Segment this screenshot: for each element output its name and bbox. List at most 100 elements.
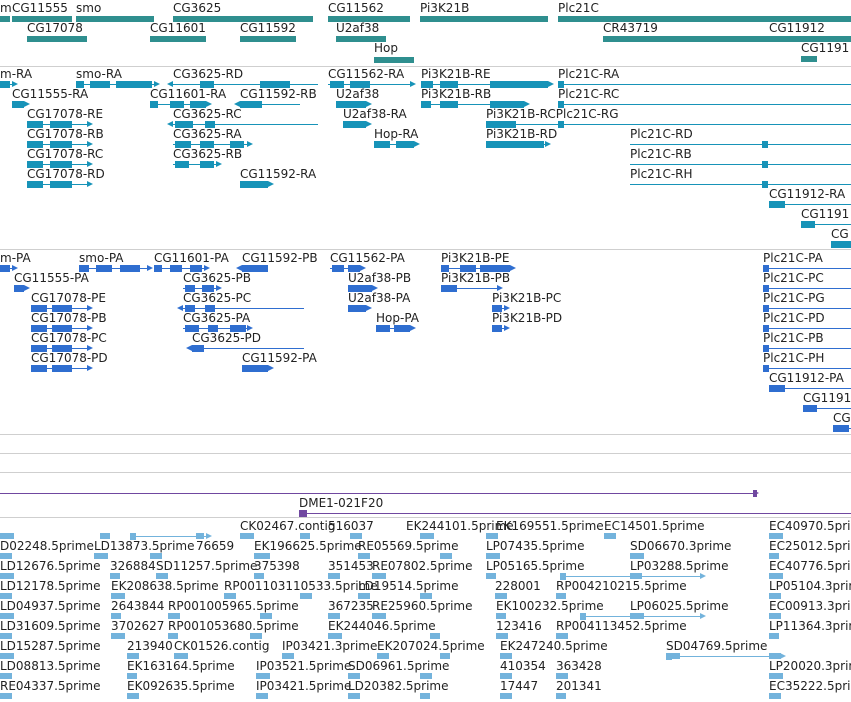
mrna-cg11562-ra-exon-0[interactable] <box>330 81 344 88</box>
mrna-cg11912-ra-exon-0[interactable] <box>769 201 785 208</box>
est-read-pair-4-exon-0[interactable] <box>666 653 672 660</box>
est-row-8-block-5[interactable] <box>500 693 512 699</box>
proteins-label-pi3k21b-pe[interactable]: Pi3K21B-PE <box>441 251 509 265</box>
est-row-5-block-3[interactable] <box>250 633 262 639</box>
mrna-cg3625-rd-exon-1[interactable] <box>260 81 290 88</box>
mrna-cg3625-ra-exon-0[interactable] <box>175 141 191 148</box>
mrna-pi3k21b-re-exon-1[interactable] <box>440 81 458 88</box>
ests-label-sd04769-5prime[interactable]: SD04769.5prime <box>666 639 767 653</box>
cds-cg17078-pd-exon-0[interactable] <box>31 365 47 372</box>
est-row-8-block-3[interactable] <box>348 693 360 699</box>
est-row-8-block-6[interactable] <box>556 693 566 699</box>
proteins-label-plc21c-pg[interactable]: Plc21C-PG <box>763 291 825 305</box>
proteins-label-cg11562-pa[interactable]: CG11562-PA <box>330 251 405 265</box>
est-row-2-block-8[interactable] <box>769 573 783 579</box>
transcripts-label-cg17078-rd[interactable]: CG17078-RD <box>27 167 105 181</box>
est-row-5-block-8[interactable] <box>769 633 779 639</box>
est-row-6-block-2[interactable] <box>174 653 188 659</box>
est-row-2-block-0[interactable] <box>0 573 14 579</box>
gene-plc21c-glyph[interactable] <box>558 16 851 22</box>
transcripts-label-cg3625-rc[interactable]: CG3625-RC <box>173 107 242 121</box>
mrna-cg17078-rd-exon-0[interactable] <box>27 181 43 188</box>
mrna-smo-ra-exon-1[interactable] <box>90 81 110 88</box>
ests-label-sd06961-5prime[interactable]: SD06961.5prime <box>348 659 449 673</box>
cds-cg11592-pa-exon-0[interactable] <box>242 365 268 372</box>
mrna-m-ra-exon-0[interactable] <box>0 81 10 88</box>
ests-label-ld08813-5prime[interactable]: LD08813.5prime <box>0 659 101 673</box>
transcripts-label-cg1191[interactable]: CG1191 <box>801 207 849 221</box>
cds-m-pa-exon-0[interactable] <box>0 265 10 272</box>
mrna-pi3k21b-rc-plc21c-rg-exon-1[interactable] <box>558 121 564 128</box>
mrna-smo-ra-exon-2[interactable] <box>116 81 152 88</box>
ests-label-ek207024-5prime[interactable]: EK207024.5prime <box>377 639 485 653</box>
est-row-5-block-7[interactable] <box>556 633 568 639</box>
transcripts-label-plc21c-rd[interactable]: Plc21C-RD <box>630 127 693 141</box>
cds-pi3k21b-pb-exon-0[interactable] <box>441 285 457 292</box>
est-row-4-block-1[interactable] <box>111 613 121 619</box>
cds-cg1191-exon-0[interactable] <box>803 405 817 412</box>
mrna-plc21c-rb-exon-0[interactable] <box>762 161 768 168</box>
cds-cg17078-pd-exon-1[interactable] <box>52 365 72 372</box>
transcripts-label-plc21c-ra[interactable]: Plc21C-RA <box>558 67 619 81</box>
ests-label-ld20382-5prime[interactable]: LD20382.5prime <box>348 679 449 693</box>
est-row-5-block-6[interactable] <box>496 633 508 639</box>
ests-label-ec35222-5prime[interactable]: EC35222.5prime <box>769 679 851 693</box>
est-row-0-block-3[interactable] <box>240 533 254 539</box>
ests-label-re04337-5prime[interactable]: RE04337.5prime <box>0 679 101 693</box>
ests-label-ip03421-3prime[interactable]: IP03421.3prime <box>282 639 377 653</box>
transcripts-label-u2af38-ra[interactable]: U2af38-RA <box>343 107 407 121</box>
ests-label-ec00913-3prime[interactable]: EC00913.3prime <box>769 599 851 613</box>
proteins-label-plc21c-pc[interactable]: Plc21C-PC <box>763 271 824 285</box>
cds-plc21c-pb-exon-0[interactable] <box>763 345 769 352</box>
mrna-u2af38-ra-exon-0[interactable] <box>343 121 366 128</box>
cds-cg11592-pb-exon-0[interactable] <box>242 265 268 272</box>
est-row-3-block-3[interactable] <box>300 593 312 599</box>
proteins-label-cg3625-pc[interactable]: CG3625-PC <box>183 291 251 305</box>
ests-label-rp001005965-5prime[interactable]: RP001005965.5prime <box>168 599 299 613</box>
gene-cg11555-glyph[interactable] <box>12 16 72 22</box>
proteins-label-cg17078-pb[interactable]: CG17078-PB <box>31 311 107 325</box>
cds-pi3k21b-pe-exon-1[interactable] <box>460 265 476 272</box>
cds-cg17078-pb-exon-0[interactable] <box>31 325 47 332</box>
ests-label-123416[interactable]: 123416 <box>496 619 542 633</box>
cds-plc21c-pg-exon-0[interactable] <box>763 305 769 312</box>
ests-label-ek244046-5prime[interactable]: EK244046.5prime <box>328 619 436 633</box>
cds-cg11912-pa-exon-0[interactable] <box>769 385 785 392</box>
ests-label-lp06025-5prime[interactable]: LP06025.5prime <box>630 599 729 613</box>
mrna-pi3k21b-rc-plc21c-rg-exon-0[interactable] <box>486 121 516 128</box>
gene-cg11592-glyph[interactable] <box>240 36 296 42</box>
proteins-label-cg3625-pa[interactable]: CG3625-PA <box>183 311 250 325</box>
ests-label-ck02467-contig[interactable]: CK02467.contig <box>240 519 335 533</box>
mrna-pi3k21b-rd-exon-0[interactable] <box>486 141 544 148</box>
genes-label-plc21c[interactable]: Plc21C <box>558 1 599 15</box>
transcripts-label-cg11592-ra[interactable]: CG11592-RA <box>240 167 316 181</box>
ests-label-ip03421-5prime[interactable]: IP03421.5prime <box>256 679 351 693</box>
est-row-5-block-2[interactable] <box>168 633 178 639</box>
cds-cg17078-pe-exon-1[interactable] <box>52 305 72 312</box>
mrna-cg3625-ra-exon-2[interactable] <box>230 141 244 148</box>
cds-cg11562-pa-exon-0[interactable] <box>332 265 344 272</box>
ests-label-201341[interactable]: 201341 <box>556 679 602 693</box>
est-row-6-block-5[interactable] <box>440 653 450 659</box>
mrna-cg11601-ra-exon-0[interactable] <box>150 101 158 108</box>
cds-plc21c-pd-exon-0[interactable] <box>763 325 769 332</box>
mrna-plc21c-rd-exon-0[interactable] <box>762 141 768 148</box>
mrna-pi3k21b-re-exon-0[interactable] <box>421 81 433 88</box>
transcripts-label-cg17078-re[interactable]: CG17078-RE <box>27 107 103 121</box>
transcripts-label-cg17078-rb[interactable]: CG17078-RB <box>27 127 104 141</box>
ests-label-lp03288-5prime[interactable]: LP03288.5prime <box>630 559 729 573</box>
genes-label-hop[interactable]: Hop <box>374 41 398 55</box>
mrna-cg17078-re-exon-1[interactable] <box>50 121 72 128</box>
proteins-label-cg11592-pa[interactable]: CG11592-PA <box>242 351 317 365</box>
mrna-u2af38-exon-0[interactable] <box>336 101 366 108</box>
est-row-0-block-8[interactable] <box>604 533 616 539</box>
ests-label-ec25012-5prime[interactable]: EC25012.5prime <box>769 539 851 553</box>
ests-label-lp20020-3prime[interactable]: LP20020.3prime <box>769 659 851 673</box>
genes-label-cr43719[interactable]: CR43719 <box>603 21 658 35</box>
cds-cg17078-pc-exon-1[interactable] <box>52 345 72 352</box>
ests-label-ek100232-5prime[interactable]: EK100232.5prime <box>496 599 604 613</box>
transcripts-label-pi3k21b-rcplc21c-rg[interactable]: Pi3K21B-RCPlc21C-RG <box>486 107 619 121</box>
est-row-0-block-1[interactable] <box>100 533 110 539</box>
ests-label-ek247240-5prime[interactable]: EK247240.5prime <box>500 639 608 653</box>
proteins-label-plc21c-pd[interactable]: Plc21C-PD <box>763 311 825 325</box>
